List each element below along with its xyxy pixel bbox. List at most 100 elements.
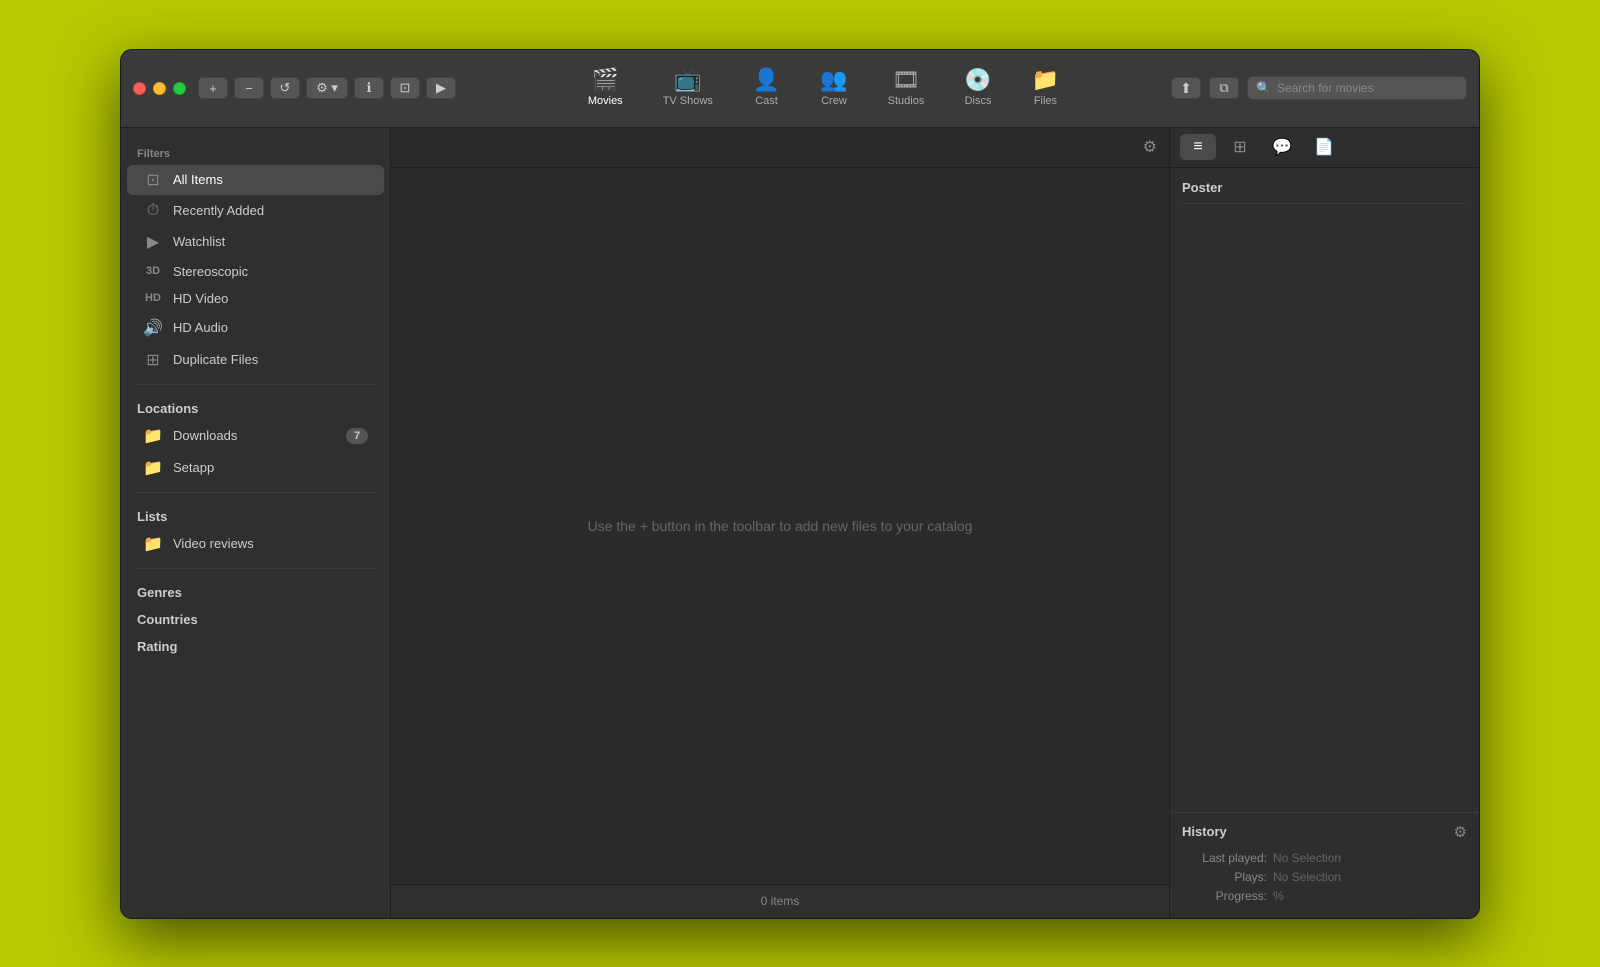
duplicate-files-icon: ⊞ (143, 350, 163, 370)
center-bottom-bar: 0 items (391, 884, 1169, 918)
sidebar-item-downloads[interactable]: 📁 Downloads 7 (127, 421, 384, 451)
plays-label: Plays: (1182, 870, 1267, 884)
watchlist-label: Watchlist (173, 234, 368, 249)
center-empty-message: Use the + button in the toolbar to add n… (391, 168, 1169, 884)
right-panel: ≡ ⊞ 💬 📄 Poster History (1169, 128, 1479, 918)
last-played-value: No Selection (1273, 851, 1341, 865)
sidebar-item-recently-added[interactable]: ⏱ Recently Added (127, 197, 384, 225)
tab-movies[interactable]: 🎬 Movies (568, 63, 643, 113)
divider-3 (133, 568, 378, 569)
center-settings-icon[interactable]: ⚙ (1143, 137, 1157, 157)
rating-section-title[interactable]: Rating (121, 631, 390, 658)
history-settings-icon[interactable]: ⚙ (1454, 823, 1467, 841)
divider-2 (133, 492, 378, 493)
right-tab-chat[interactable]: 💬 (1264, 134, 1300, 160)
history-section: History ⚙ Last played: No Selection Play… (1170, 812, 1479, 918)
history-last-played-row: Last played: No Selection (1182, 851, 1467, 865)
tab-tvshows[interactable]: 📺 TV Shows (643, 63, 733, 113)
list-tab-icon: ≡ (1193, 138, 1202, 156)
refresh-button[interactable]: ↺ (270, 77, 300, 99)
right-panel-content: Poster (1170, 168, 1479, 812)
all-items-icon: ⊡ (143, 170, 163, 190)
sidebar-item-video-reviews[interactable]: 📁 Video reviews (127, 529, 384, 559)
sidebar-item-hd-video[interactable]: HD HD Video (127, 286, 384, 311)
add-button[interactable]: + (198, 77, 228, 99)
downloads-icon: 📁 (143, 426, 163, 446)
right-tab-grid[interactable]: ⊞ (1222, 134, 1258, 160)
search-bar: 🔍 (1247, 76, 1467, 100)
cast-icon: 👤 (753, 69, 780, 91)
right-panel-tabs: ≡ ⊞ 💬 📄 (1170, 128, 1479, 168)
studios-icon: 🎞 (892, 69, 920, 91)
minimize-button[interactable] (153, 82, 166, 95)
discs-icon: 💿 (964, 69, 991, 91)
share-button[interactable]: ⬆ (1171, 77, 1201, 99)
locations-section-title[interactable]: Locations (121, 393, 390, 420)
setapp-label: Setapp (173, 460, 368, 475)
title-bar: + − ↺ ⚙ ▾ ℹ ⊡ ▶ 🎬 Movies 📺 TV Shows 👤 Ca… (121, 50, 1479, 128)
video-reviews-label: Video reviews (173, 536, 368, 551)
sidebar-item-duplicate-files[interactable]: ⊞ Duplicate Files (127, 345, 384, 375)
sidebar-item-stereoscopic[interactable]: 3D Stereoscopic (127, 259, 384, 284)
progress-value: % (1273, 889, 1284, 903)
play-button[interactable]: ▶ (426, 77, 456, 99)
stereoscopic-label: Stereoscopic (173, 264, 368, 279)
tab-crew-label: Crew (821, 95, 847, 107)
sidebar: Filters ⊡ All Items ⏱ Recently Added ▶ W… (121, 128, 391, 918)
hd-audio-label: HD Audio (173, 320, 368, 335)
settings-dropdown-button[interactable]: ⚙ ▾ (306, 77, 348, 99)
tab-crew[interactable]: 👥 Crew (800, 63, 867, 113)
tvshows-icon: 📺 (674, 69, 701, 91)
info-button[interactable]: ℹ (354, 77, 384, 99)
nav-tabs: 🎬 Movies 📺 TV Shows 👤 Cast 👥 Crew 🎞 Stu (476, 63, 1171, 113)
genres-section-title[interactable]: Genres (121, 577, 390, 604)
movies-icon: 🎬 (592, 69, 619, 91)
poster-area (1182, 214, 1467, 800)
plays-value: No Selection (1273, 870, 1341, 884)
tab-files[interactable]: 📁 Files (1012, 63, 1079, 113)
search-input[interactable] (1277, 81, 1458, 95)
countries-section-title[interactable]: Countries (121, 604, 390, 631)
tab-tvshows-label: TV Shows (663, 95, 713, 107)
recently-added-label: Recently Added (173, 203, 368, 218)
sidebar-item-setapp[interactable]: 📁 Setapp (127, 453, 384, 483)
filters-section-title: Filters (121, 138, 390, 164)
remove-button[interactable]: − (234, 77, 264, 99)
right-tab-list[interactable]: ≡ (1180, 134, 1216, 160)
history-plays-row: Plays: No Selection (1182, 870, 1467, 884)
files-icon: 📁 (1032, 69, 1059, 91)
filter-button[interactable]: ⧉ (1209, 77, 1239, 99)
watchlist-icon: ▶ (143, 232, 163, 252)
sidebar-item-all-items[interactable]: ⊡ All Items (127, 165, 384, 195)
app-window: + − ↺ ⚙ ▾ ℹ ⊡ ▶ 🎬 Movies 📺 TV Shows 👤 Ca… (120, 49, 1480, 919)
display-button[interactable]: ⊡ (390, 77, 420, 99)
tab-discs-label: Discs (965, 95, 992, 107)
tab-discs[interactable]: 💿 Discs (944, 63, 1011, 113)
toolbar-right: ⬆ ⧉ 🔍 (1171, 76, 1467, 100)
lists-section-title[interactable]: Lists (121, 501, 390, 528)
history-header: History ⚙ (1182, 823, 1467, 841)
toolbar-left: + − ↺ ⚙ ▾ ℹ ⊡ ▶ (198, 77, 456, 99)
sidebar-item-watchlist[interactable]: ▶ Watchlist (127, 227, 384, 257)
center-panel: ⚙ Use the + button in the toolbar to add… (391, 128, 1169, 918)
downloads-badge: 7 (346, 428, 368, 444)
empty-message-text: Use the + button in the toolbar to add n… (588, 518, 973, 534)
tab-studios[interactable]: 🎞 Studios (868, 63, 945, 113)
hd-video-label: HD Video (173, 291, 368, 306)
center-top-bar: ⚙ (391, 128, 1169, 168)
maximize-button[interactable] (173, 82, 186, 95)
close-button[interactable] (133, 82, 146, 95)
items-count: 0 items (761, 894, 800, 908)
doc-tab-icon: 📄 (1314, 137, 1334, 157)
stereoscopic-icon: 3D (143, 265, 163, 277)
duplicate-files-label: Duplicate Files (173, 352, 368, 367)
history-title: History (1182, 824, 1227, 839)
grid-tab-icon: ⊞ (1233, 137, 1246, 157)
tab-cast[interactable]: 👤 Cast (733, 63, 800, 113)
video-reviews-icon: 📁 (143, 534, 163, 554)
tab-files-label: Files (1034, 95, 1057, 107)
sidebar-item-hd-audio[interactable]: 🔊 HD Audio (127, 313, 384, 343)
downloads-label: Downloads (173, 428, 336, 443)
right-divider (1182, 203, 1467, 204)
right-tab-doc[interactable]: 📄 (1306, 134, 1342, 160)
